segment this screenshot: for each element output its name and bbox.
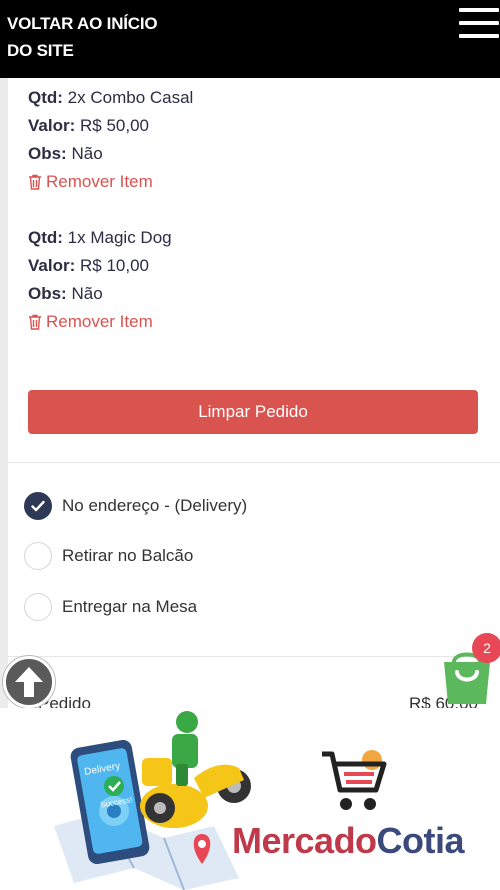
qty-label: Qtd: <box>28 228 63 247</box>
price-label: Valor: <box>28 116 76 135</box>
delivery-illustration: Delivery Success! <box>54 711 251 890</box>
back-to-site-link[interactable]: VOLTAR AO INÍCIO DO SITE <box>7 10 177 64</box>
delivery-option-label: Entregar na Mesa <box>62 597 198 616</box>
footer-banner: Delivery Success! MercadoCotia <box>0 708 500 890</box>
remove-item-button[interactable]: Remover Item <box>28 308 172 336</box>
qty-label: Qtd: <box>28 88 63 107</box>
divider <box>8 462 500 463</box>
hamburger-menu-icon[interactable] <box>459 8 499 40</box>
price-value: R$ 10,00 <box>79 256 149 275</box>
top-bar: VOLTAR AO INÍCIO DO SITE <box>0 0 500 78</box>
radio-unchecked-icon[interactable] <box>24 542 52 570</box>
radio-unchecked-icon[interactable] <box>24 593 52 621</box>
obs-label: Obs: <box>28 144 67 163</box>
brand-name: MercadoCotia <box>232 820 465 862</box>
delivery-option-label: No endereço - (Delivery) <box>62 496 248 515</box>
scroll-to-top-button[interactable] <box>3 656 55 708</box>
arrow-up-icon <box>15 667 43 697</box>
radio-checked-icon[interactable] <box>24 492 52 520</box>
delivery-option-address[interactable]: No endereço - (Delivery) <box>24 491 247 521</box>
remove-item-label: Remover Item <box>46 172 153 191</box>
cart-content[interactable]: Qtd: 2x Combo Casal Valor: R$ 50,00 Obs:… <box>0 78 500 708</box>
order-total-row: Pedido R$ 60,00 <box>38 694 478 708</box>
delivery-option-counter[interactable]: Retirar no Balcão <box>24 541 193 571</box>
qty-value: 2x Combo Casal <box>67 88 194 107</box>
obs-value: Não <box>71 284 103 303</box>
qty-value: 1x Magic Dog <box>67 228 172 247</box>
trash-icon <box>29 174 41 190</box>
cart-item: Qtd: 1x Magic Dog Valor: R$ 10,00 Obs: N… <box>28 224 172 336</box>
obs-value: Não <box>71 144 103 163</box>
obs-label: Obs: <box>28 284 67 303</box>
brand-name-part1: Mercado <box>232 820 377 861</box>
trash-icon <box>29 314 41 330</box>
delivery-option-table[interactable]: Entregar na Mesa <box>24 592 197 622</box>
remove-item-label: Remover Item <box>46 312 153 331</box>
price-value: R$ 50,00 <box>79 116 149 135</box>
price-label: Valor: <box>28 256 76 275</box>
clear-order-button[interactable]: Limpar Pedido <box>28 390 478 434</box>
delivery-option-label: Retirar no Balcão <box>62 546 194 565</box>
divider <box>8 656 500 657</box>
brand-name-part2: Cotia <box>376 820 465 861</box>
cart-panel: Qtd: 2x Combo Casal Valor: R$ 50,00 Obs:… <box>8 78 500 708</box>
cart-logo-icon <box>322 750 387 810</box>
cart-item: Qtd: 2x Combo Casal Valor: R$ 50,00 Obs:… <box>28 84 193 196</box>
cart-count-badge: 2 <box>472 633 500 663</box>
remove-item-button[interactable]: Remover Item <box>28 168 193 196</box>
